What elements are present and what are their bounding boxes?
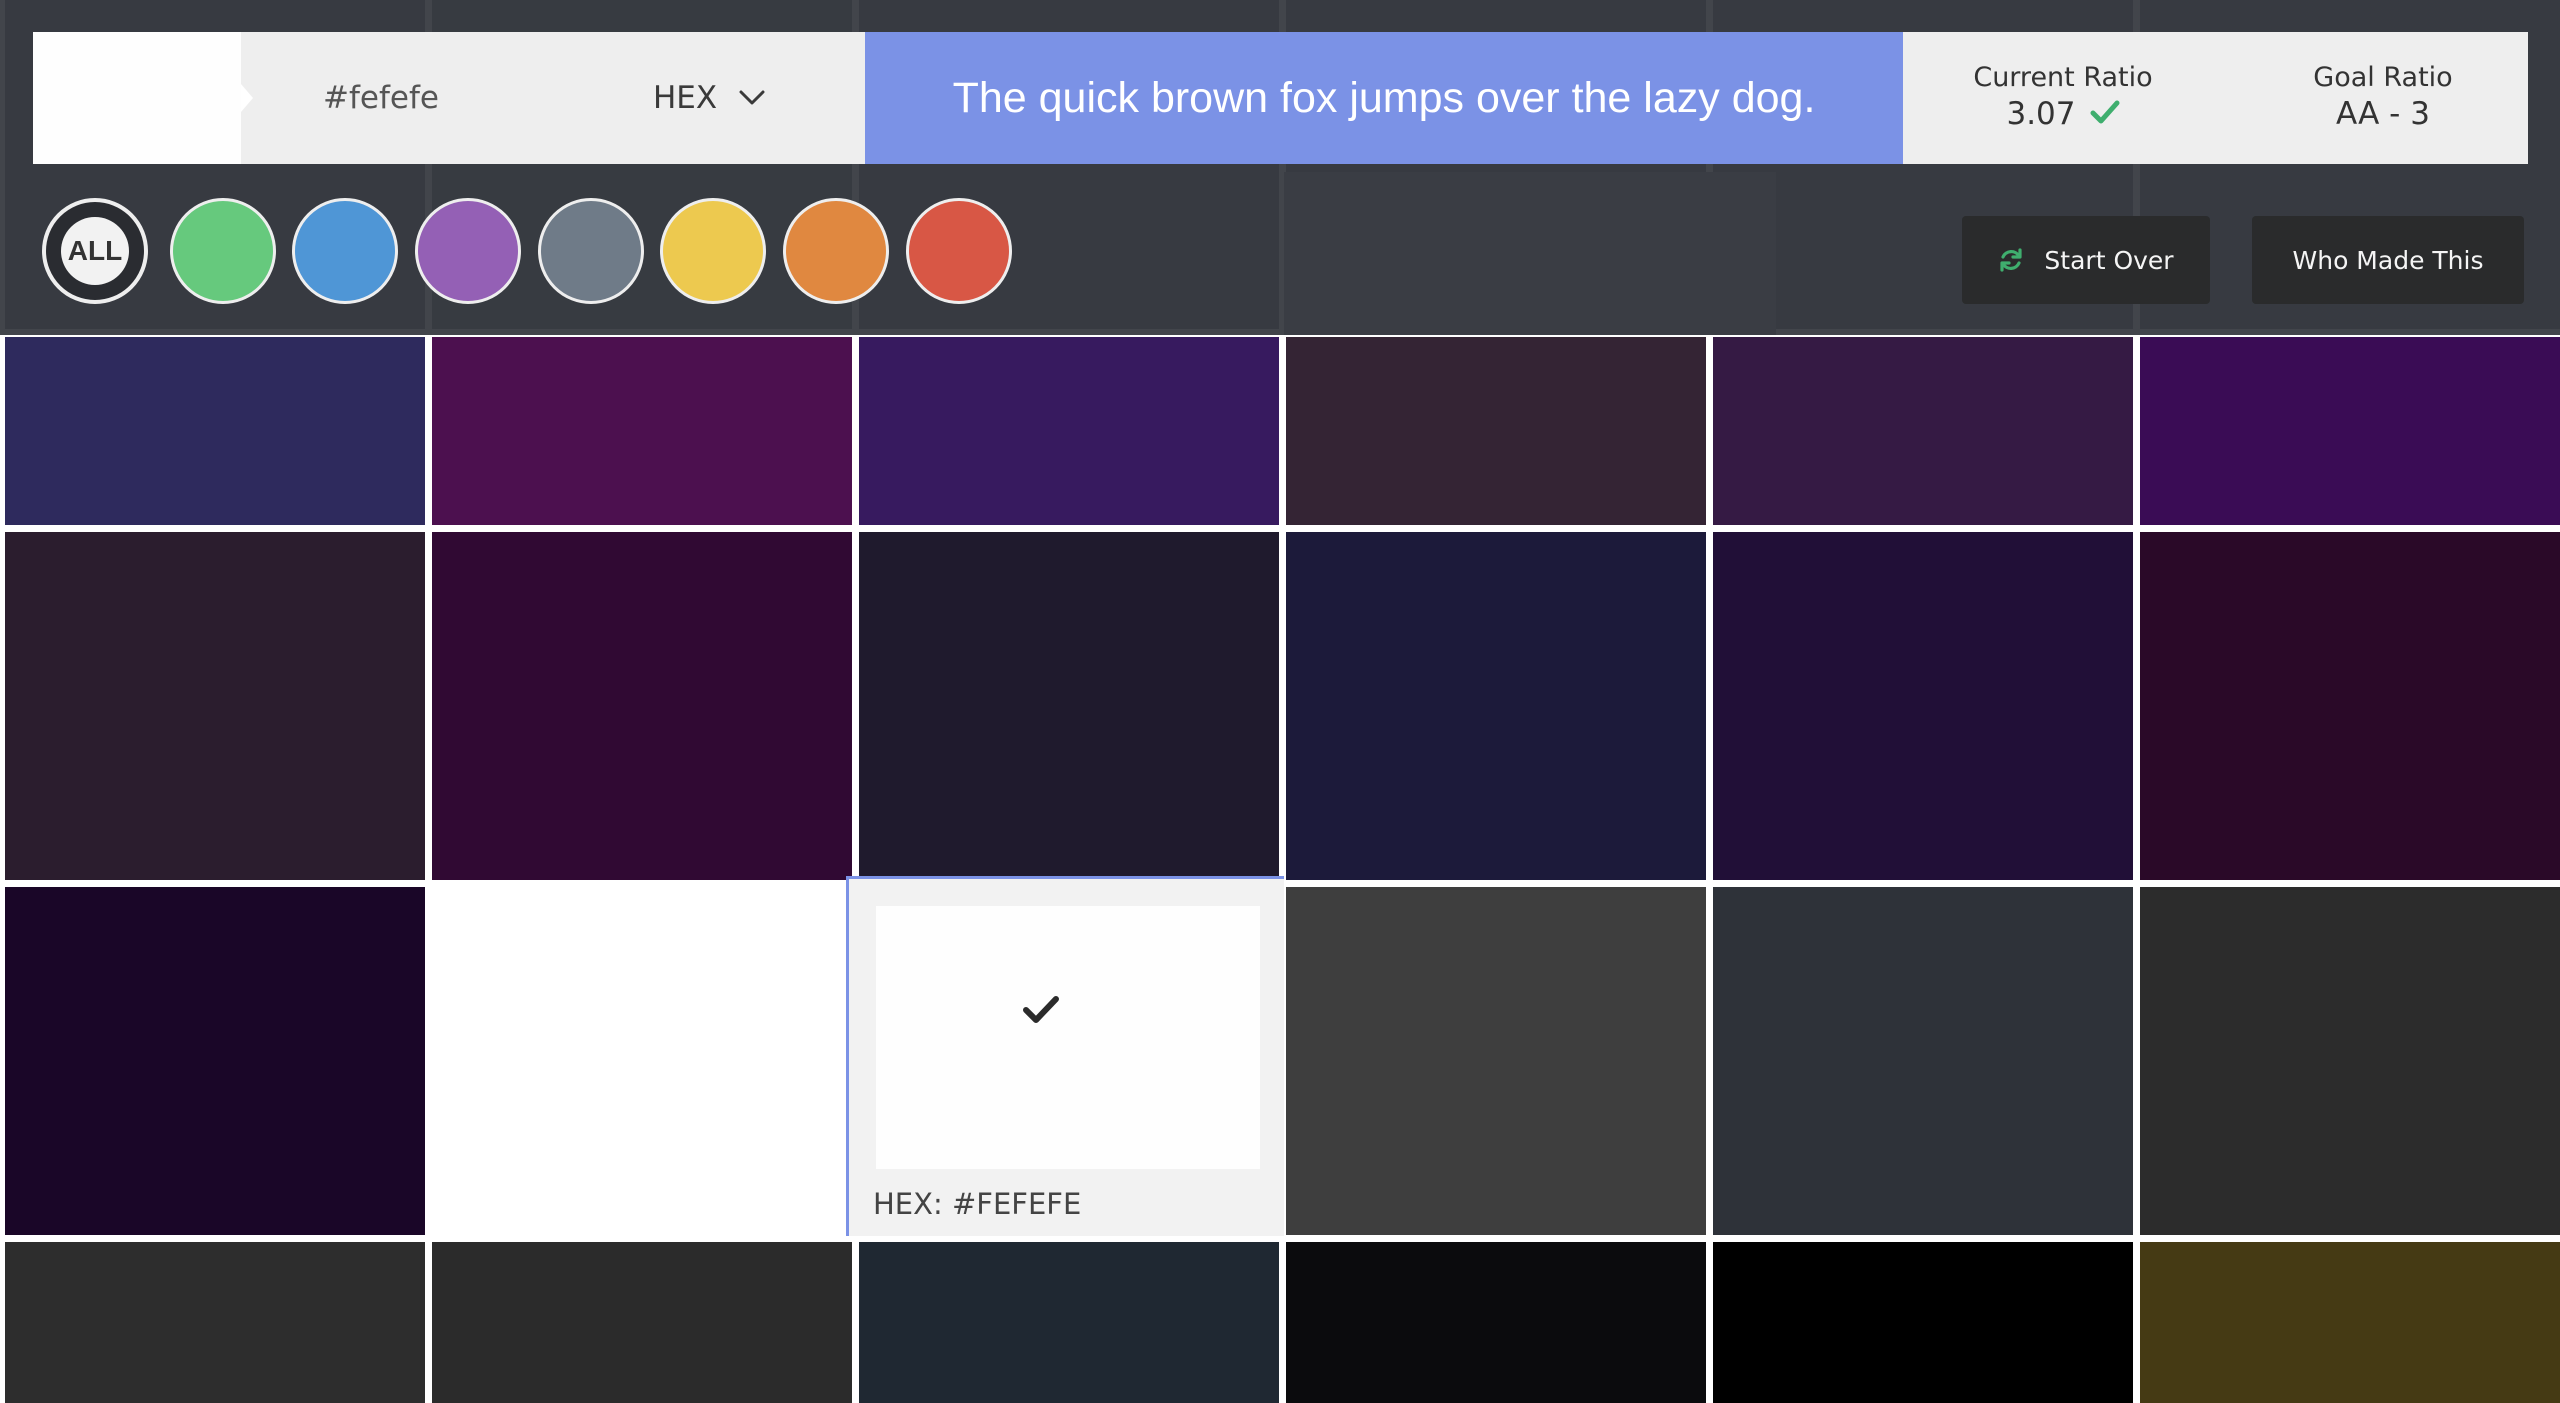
color-swatch[interactable]	[2140, 1242, 2560, 1403]
color-swatch[interactable]	[2140, 887, 2560, 1235]
selected-swatch-card[interactable]: HEX: #FEFEFE	[846, 876, 1284, 1236]
filter-all-label: ALL	[61, 217, 129, 285]
color-swatch[interactable]	[859, 1242, 1279, 1403]
top-bar: #fefefe HEX The quick brown fox jumps ov…	[33, 32, 2528, 164]
color-swatch[interactable]	[5, 337, 425, 525]
filter-purple-button[interactable]	[415, 198, 521, 304]
chevron-down-icon	[739, 90, 765, 105]
current-ratio: Current Ratio 3.07	[1933, 32, 2193, 164]
color-swatch[interactable]	[1713, 887, 2133, 1235]
current-ratio-value: 3.07	[2006, 96, 2076, 132]
selected-swatch-label: HEX: #FEFEFE	[873, 1187, 1082, 1221]
goal-ratio[interactable]: Goal Ratio AA - 3	[2253, 32, 2513, 164]
color-swatch[interactable]	[859, 337, 1279, 525]
color-swatch[interactable]	[859, 532, 1279, 880]
color-swatch[interactable]	[1713, 532, 2133, 880]
color-preview[interactable]	[33, 32, 241, 164]
color-swatch[interactable]	[432, 532, 852, 880]
check-icon	[2090, 100, 2120, 123]
filter-orange-button[interactable]	[783, 198, 889, 304]
current-ratio-label: Current Ratio	[1973, 62, 2153, 93]
app-root: HEX: #FEFEFE #fefefe HEX The quick brown…	[0, 0, 2560, 1403]
color-swatch[interactable]	[5, 532, 425, 880]
who-made-this-button[interactable]: Who Made This	[2252, 216, 2524, 304]
check-icon	[1023, 996, 1059, 1023]
filter-green-button[interactable]	[170, 198, 276, 304]
filter-blue-button[interactable]	[292, 198, 398, 304]
goal-ratio-value: AA - 3	[2336, 96, 2430, 132]
color-swatch[interactable]	[432, 1242, 852, 1403]
start-over-button[interactable]: Start Over	[1962, 216, 2210, 304]
color-swatch[interactable]	[432, 887, 852, 1235]
format-label: HEX	[653, 80, 718, 116]
color-preview-pointer	[241, 84, 253, 112]
sample-text-preview: The quick brown fox jumps over the lazy …	[865, 32, 1903, 164]
filter-yellow-button[interactable]	[660, 198, 766, 304]
color-swatch[interactable]	[1713, 337, 2133, 525]
color-swatch[interactable]	[1713, 1242, 2133, 1403]
color-swatch[interactable]	[432, 337, 852, 525]
color-swatch[interactable]	[1286, 887, 1706, 1235]
who-made-this-label: Who Made This	[2292, 245, 2484, 275]
filter-gray-button[interactable]	[538, 198, 644, 304]
sample-text: The quick brown fox jumps over the lazy …	[952, 73, 1816, 122]
format-dropdown[interactable]: HEX	[653, 32, 765, 164]
current-ratio-value-row: 3.07	[1933, 96, 2193, 132]
filter-red-button[interactable]	[906, 198, 1012, 304]
refresh-icon	[2000, 248, 2023, 272]
goal-ratio-label: Goal Ratio	[2313, 62, 2453, 93]
color-swatch[interactable]	[5, 1242, 425, 1403]
hex-value-input[interactable]: #fefefe	[323, 32, 439, 164]
color-swatch[interactable]	[1286, 532, 1706, 880]
toolbar-cell	[1284, 172, 1776, 335]
color-swatch[interactable]	[2140, 532, 2560, 880]
color-swatch[interactable]	[1286, 337, 1706, 525]
color-swatch[interactable]	[1286, 1242, 1706, 1403]
color-swatch[interactable]	[5, 887, 425, 1235]
color-swatch[interactable]	[2140, 337, 2560, 525]
selected-swatch-preview[interactable]	[876, 906, 1260, 1169]
start-over-label: Start Over	[2044, 245, 2174, 275]
filter-all-button[interactable]: ALL	[42, 198, 148, 304]
